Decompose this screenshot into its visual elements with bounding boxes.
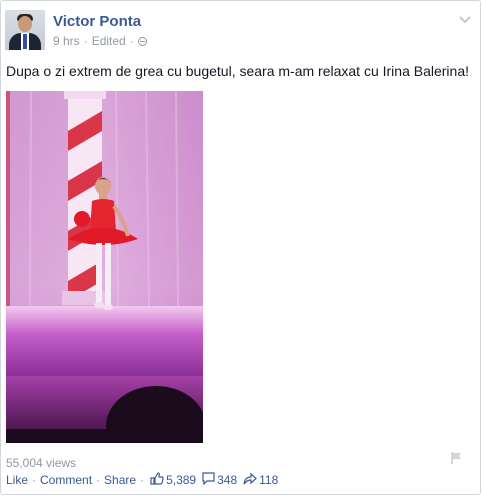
post-actions: Like · Comment · Share · 5,389 348 118 [6, 472, 278, 488]
post-timestamp[interactable]: 9 hrs [53, 34, 80, 48]
share-link[interactable]: Share [104, 473, 136, 487]
edited-label[interactable]: Edited [92, 34, 126, 48]
facebook-post: Victor Ponta 9 hrs · Edited · Dupa o zi … [0, 0, 481, 495]
comment-count[interactable]: 348 [217, 473, 237, 487]
chevron-down-icon[interactable] [458, 13, 472, 25]
comment-link[interactable]: Comment [40, 473, 92, 487]
action-separator: · [96, 473, 101, 487]
action-separator: · [140, 473, 145, 487]
share-icon[interactable] [243, 472, 258, 488]
action-separator: · [32, 473, 37, 487]
video-view-count: 55,004 views [6, 456, 77, 470]
share-count[interactable]: 118 [259, 473, 278, 487]
thumbs-up-icon[interactable] [150, 472, 164, 488]
like-count[interactable]: 5,389 [166, 473, 196, 487]
post-message: Dupa o zi extrem de grea cu bugetul, sea… [6, 63, 470, 79]
like-link[interactable]: Like [6, 473, 28, 487]
comment-icon[interactable] [202, 472, 215, 488]
meta-separator: · [83, 34, 88, 48]
post-meta: 9 hrs · Edited · [53, 34, 147, 48]
flag-icon[interactable] [450, 451, 464, 465]
globe-icon[interactable] [137, 36, 147, 46]
author-name[interactable]: Victor Ponta [53, 13, 141, 30]
avatar[interactable] [5, 10, 45, 50]
video-player[interactable] [6, 91, 203, 443]
meta-separator: · [129, 34, 134, 48]
